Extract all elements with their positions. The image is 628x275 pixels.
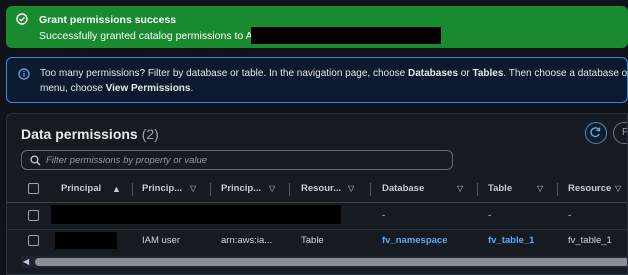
success-flashbar: Grant permissions success Successfully g…: [6, 6, 628, 48]
cell-principal-type: IAM user: [142, 235, 181, 246]
col-table[interactable]: Table: [488, 176, 512, 202]
col-database[interactable]: Database: [382, 176, 424, 202]
column-divider: [289, 183, 290, 196]
search-icon: [30, 155, 41, 166]
redacted-arn: [251, 27, 441, 44]
cell-resource-type: Table: [301, 235, 324, 246]
table-row: - - -: [7, 203, 627, 230]
sort-icon[interactable]: ▽: [269, 176, 275, 202]
cell-resource: fv_table_1: [568, 235, 612, 246]
redacted-principal: [55, 232, 117, 249]
flash-message: Successfully granted catalog permissions…: [39, 30, 276, 42]
info-alert: Too many permissions? Filter by database…: [6, 57, 628, 103]
info-icon: [18, 68, 30, 80]
refresh-icon: [590, 127, 601, 138]
select-all-checkbox[interactable]: [28, 183, 39, 194]
refresh-button[interactable]: [585, 122, 607, 144]
panel-title: Data permissions (2): [21, 126, 159, 142]
filter-input[interactable]: [46, 153, 446, 167]
redacted-principal: [51, 205, 341, 224]
column-divider: [132, 183, 133, 196]
row-checkbox[interactable]: [28, 235, 39, 246]
database-link[interactable]: fv_namespace: [382, 228, 447, 254]
sort-icon[interactable]: ▽: [348, 176, 354, 202]
scrollbar-thumb[interactable]: [35, 258, 627, 266]
flash-title: Grant permissions success: [39, 14, 177, 26]
check-circle-icon: [16, 13, 28, 25]
column-divider: [210, 183, 211, 196]
col-resource-type[interactable]: Resour...: [301, 176, 341, 202]
cell-resource: -: [568, 210, 572, 221]
row-checkbox[interactable]: [28, 210, 39, 221]
sort-icon[interactable]: ▽: [615, 176, 621, 202]
table-link[interactable]: fv_table_1: [488, 228, 534, 254]
sort-ascending-icon[interactable]: ▲: [112, 176, 121, 202]
scroll-left-icon[interactable]: ◀: [23, 257, 29, 266]
cell-table: -: [488, 210, 492, 221]
column-divider: [557, 183, 558, 196]
cell-principal-arn: arn:aws:ia...: [221, 235, 273, 246]
filter-search-box[interactable]: [21, 150, 453, 170]
cell-database: -: [382, 210, 386, 221]
col-resource[interactable]: Resource: [568, 176, 611, 202]
horizontal-scrollbar[interactable]: ◀: [21, 256, 627, 268]
sort-icon[interactable]: ▽: [190, 176, 196, 202]
info-text-line1: Too many permissions? Filter by database…: [40, 68, 628, 79]
secondary-action-button[interactable]: F: [613, 122, 627, 144]
permission-count: (2): [141, 126, 159, 142]
col-principal-arn[interactable]: Princip...: [221, 176, 261, 202]
sort-icon[interactable]: ▽: [537, 176, 543, 202]
column-divider: [370, 183, 371, 196]
data-permissions-panel: Data permissions(2) F Principal ▲ Princi…: [6, 113, 628, 275]
table-row: IAM user arn:aws:ia... Table fv_namespac…: [7, 228, 627, 254]
sort-icon[interactable]: ▽: [457, 176, 463, 202]
table-header: Principal ▲ Princip... ▽ Princip... ▽ Re…: [7, 176, 627, 203]
column-divider: [477, 183, 478, 196]
col-principal-type[interactable]: Princip...: [142, 176, 182, 202]
col-principal[interactable]: Principal: [61, 176, 101, 202]
info-text-line2: menu, choose View Permissions.: [40, 83, 194, 94]
